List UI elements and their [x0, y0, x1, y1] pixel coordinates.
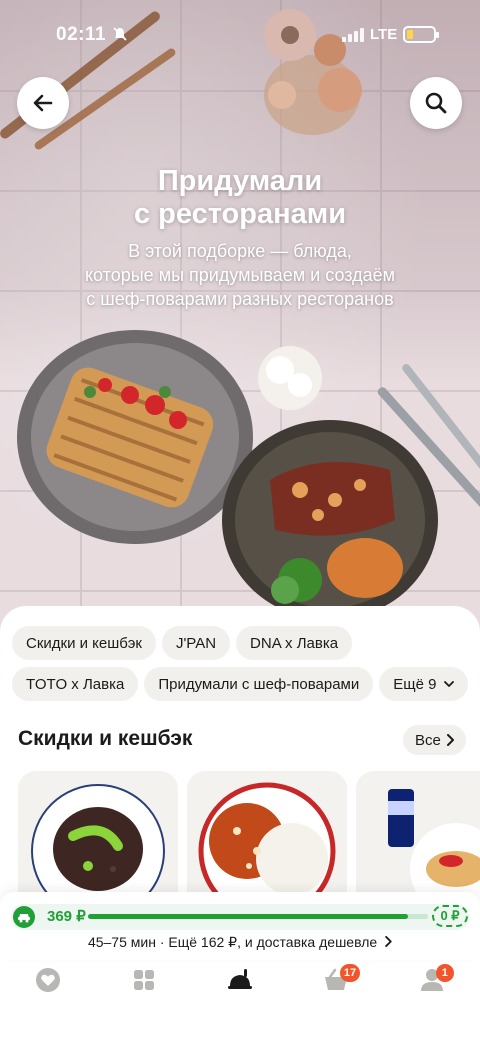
chip-discounts[interactable]: Скидки и кешбэк	[12, 626, 156, 660]
sandwich-plate	[17, 330, 253, 544]
section-title: Скидки и кешбэк	[18, 727, 193, 750]
category-chips-row-2: TOTO x Лавка Придумали с шеф-поварами Ещ…	[12, 667, 469, 701]
hero-title-line1: Придумали	[157, 165, 323, 197]
signal-icon	[342, 28, 364, 42]
chip-label: Придумали с шеф-поварами	[158, 675, 360, 693]
cloche-icon	[228, 969, 252, 989]
hero-banner: 02:11 LTE Придумали с ресторанами В этой…	[0, 0, 480, 640]
chevron-down-icon	[444, 681, 455, 687]
profile-badge: 1	[435, 964, 454, 982]
see-all-button[interactable]: Все	[403, 725, 466, 755]
delivery-info-text: 45–75 мин · Ещё 162 ₽, и доставка дешевл…	[87, 934, 378, 950]
chip-jpan[interactable]: J'PAN	[161, 626, 231, 660]
arrow-left-icon	[33, 94, 53, 112]
grid-icon	[134, 970, 154, 990]
see-all-label: Все	[415, 731, 441, 749]
chip-toto[interactable]: TOTO x Лавка	[12, 667, 139, 701]
tab-profile[interactable]: 1	[384, 960, 480, 1000]
delivery-info[interactable]: 45–75 мин · Ещё 162 ₽, и доставка дешевл…	[0, 934, 480, 951]
chip-label: Скидки и кешбэк	[26, 634, 142, 652]
meat-plate	[222, 420, 438, 620]
chip-dna[interactable]: DNA x Лавка	[236, 626, 353, 660]
hero-title-line2: с ресторанами	[133, 198, 347, 230]
products-carousel[interactable]	[18, 771, 480, 897]
product-card[interactable]	[187, 771, 347, 897]
chevron-right-icon	[446, 734, 454, 746]
bottom-tab-bar: 17 1	[0, 960, 480, 1000]
hero-subtitle-line3: с шеф-поварами разных ресторанов	[86, 289, 394, 309]
hero-title: Придумали с ресторанами	[0, 165, 480, 231]
back-button[interactable]	[17, 77, 69, 129]
tab-restaurants[interactable]	[192, 960, 288, 1000]
chevron-right-icon	[385, 936, 392, 947]
hero-subtitle-line1: В этой подборке — блюда,	[128, 241, 352, 261]
product-card[interactable]	[356, 771, 480, 897]
chip-label: TOTO x Лавка	[26, 675, 125, 693]
chip-more[interactable]: Ещё 9	[379, 667, 469, 701]
status-time: 02:11	[56, 24, 107, 45]
cart-amount: 369 ₽	[47, 908, 86, 925]
tab-cart[interactable]: 17	[288, 960, 384, 1000]
product-image	[31, 784, 165, 897]
cart-badge: 17	[339, 964, 361, 982]
chip-label: J'PAN	[175, 634, 217, 652]
free-delivery-target: 0 ₽	[432, 905, 468, 927]
hero-food-illustration	[0, 9, 480, 620]
battery-icon	[403, 26, 439, 43]
flower-decor	[258, 346, 322, 410]
product-card[interactable]	[18, 771, 178, 897]
category-chips-row-1: Скидки и кешбэк J'PAN DNA x Лавка	[12, 626, 353, 660]
product-image	[198, 782, 336, 897]
product-image	[388, 789, 480, 897]
progress-fill	[88, 914, 408, 919]
chip-label: DNA x Лавка	[250, 634, 339, 652]
search-button[interactable]	[410, 77, 462, 129]
tab-favorites[interactable]	[0, 960, 96, 1000]
heart-icon	[36, 968, 60, 992]
hero-subtitle-line2: которые мы придумываем и создаём	[84, 265, 396, 285]
chip-label: Ещё 9	[393, 675, 437, 693]
network-type: LTE	[370, 26, 398, 43]
tab-catalog[interactable]	[96, 960, 192, 1000]
do-not-disturb-icon	[113, 27, 127, 41]
courier-car-icon	[13, 906, 35, 928]
hero-subtitle: В этой подборке — блюда, которые мы прид…	[40, 239, 440, 311]
chip-chefs[interactable]: Придумали с шеф-поварами	[144, 667, 374, 701]
status-bar: 02:11 LTE	[0, 20, 480, 52]
search-icon	[425, 92, 447, 114]
